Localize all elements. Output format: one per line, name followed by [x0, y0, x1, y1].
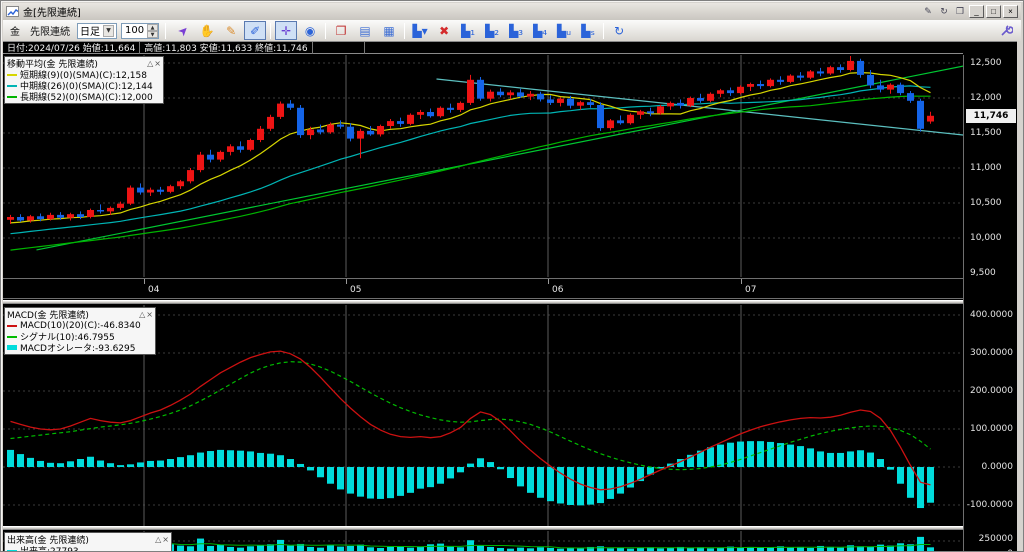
sma-mid-swatch [7, 84, 17, 87]
legend-close-icon[interactable]: × [146, 310, 153, 319]
close-button[interactable]: × [1003, 5, 1018, 18]
contract-label: 先限連続 [30, 27, 70, 38]
indicator-dropdown-icon[interactable]: ▙▾ [409, 21, 431, 40]
macd-histogram-group [7, 441, 934, 509]
axis-tick-label: 100.0000 [970, 424, 1013, 434]
quote-table-icon[interactable]: ▤ [354, 21, 376, 40]
macd-line-swatch [7, 324, 17, 327]
last-price-tag: 11,746 [966, 109, 1016, 123]
line-draw-tool-icon[interactable]: ✐ [244, 21, 267, 40]
new-chart-window-icon[interactable]: ❐ [330, 21, 352, 40]
minimize-button[interactable]: _ [969, 5, 984, 18]
toolbar: 金 先限連続 日足 ▼ 100 ▲ ▼ ➤ ✋ ✎ ✐ ✛ ◉ ❐ ▤ ▦ ▙▾ ✖ ▙₁ ▙₂ ▙₃ ▙₄… [3, 20, 1021, 41]
pane-splitter-1[interactable] [3, 300, 1017, 304]
axis-tick-label: 0.0000 [981, 462, 1014, 472]
price-axis-column[interactable]: 11,746 12,500 12,000 11,500 11,000 10,500 10,… [963, 55, 1017, 551]
axis-tick-label: 10,000 [970, 233, 1002, 243]
reload-icon[interactable]: ↻ [608, 21, 630, 40]
indicator-preset-2-icon[interactable]: ▙₂ [481, 21, 503, 40]
axis-tick-label: 12,000 [970, 93, 1002, 103]
month-tick [548, 279, 549, 284]
axis-tick-label: 9,500 [970, 268, 996, 278]
indicator-preset-u-icon[interactable]: ▙ᵤ [553, 21, 575, 40]
axis-tick-label: -100.0000 [966, 500, 1013, 510]
title-bar[interactable]: 金[先限連続] ✎ ↻ ❐ _ □ × [3, 3, 1021, 20]
settings-wrench-icon[interactable] [995, 21, 1017, 40]
pencil-draw-icon[interactable]: ✎ [220, 21, 242, 40]
volume-label: 出来高:27793 [20, 547, 79, 552]
volume-swatch [7, 549, 17, 551]
macd-osc-label: MACDオシレータ:-93.6295 [20, 344, 136, 354]
axis-tick-label: 12,500 [970, 58, 1002, 68]
toolbar-separator [270, 22, 272, 39]
month-label: 05 [350, 285, 362, 295]
time-axis: 04 05 06 07 [3, 278, 963, 299]
legend-collapse-icon[interactable]: △ [155, 535, 161, 544]
info-date-open: 日付:2024/07/26 始値:11,664 [3, 41, 141, 54]
zoom-circle-icon[interactable]: ◉ [299, 21, 321, 40]
indicator-preset-3-icon[interactable]: ▙₃ [505, 21, 527, 40]
cascade-windows-icon[interactable]: ❐ [953, 6, 967, 18]
macd-line-label: MACD(10)(20)(C):-46.8340 [20, 320, 141, 331]
sma-long-label: 長期線(52)(0)(SMA)(C):12,000 [20, 93, 153, 103]
axis-tick-label: 250000 [978, 534, 1013, 544]
axis-tick-label: 200.0000 [970, 386, 1013, 396]
app-window: 金[先限連続] ✎ ↻ ❐ _ □ × 金 先限連続 日足 ▼ 100 ▲ ▼ … [0, 0, 1024, 552]
toolbar-separator [603, 22, 605, 39]
axis-tick-label: 300.0000 [970, 348, 1013, 358]
legend-close-icon[interactable]: × [154, 59, 161, 68]
chart-app-icon [6, 6, 19, 17]
month-tick [741, 279, 742, 284]
legend-close-icon[interactable]: × [162, 535, 169, 544]
pan-hand-icon[interactable]: ✋ [196, 21, 218, 40]
info-empty-cell [313, 41, 365, 54]
macd-osc-swatch [7, 345, 17, 350]
symbol-label: 金 [10, 27, 20, 38]
remove-indicator-icon[interactable]: ✖ [433, 21, 455, 40]
month-label: 07 [745, 285, 757, 295]
indicator-preset-s-icon[interactable]: ▙ₛ [577, 21, 599, 40]
bar-count-stepper[interactable]: 100 ▲ ▼ [121, 22, 160, 39]
chart-client-area: 日付:2024/07/26 始値:11,664 高値:11,803 安値:11,… [3, 41, 1017, 551]
month-label: 04 [148, 285, 160, 295]
stepper-down-icon[interactable]: ▼ [147, 30, 159, 38]
sma-short-swatch [7, 73, 17, 76]
reload-window-icon[interactable]: ↻ [937, 6, 951, 18]
toolbar-separator [325, 22, 327, 39]
window-title: 金[先限連続] [23, 8, 81, 19]
macd-legend-box[interactable]: MACD(金 先限連続) △ × MACD(10)(20)(C):-46.834… [4, 307, 156, 355]
legend-collapse-icon[interactable]: △ [147, 59, 153, 68]
month-tick [346, 279, 347, 284]
maximize-button[interactable]: □ [986, 5, 1001, 18]
toolbar-separator [165, 22, 167, 39]
volume-legend-box[interactable]: 出来高(金 先限連続) △ × 出来高:27793 出来高移動平均(9)(SMA… [4, 532, 172, 552]
ma-legend-box[interactable]: 移動平均(金 先限連続) △ × 短期線(9)(0)(SMA)(C):12,15… [4, 56, 164, 104]
period-select[interactable]: 日足 ▼ [77, 22, 117, 39]
month-tick [144, 279, 145, 284]
bar-count-value: 100 [125, 25, 145, 36]
axis-tick-label: 10,500 [970, 198, 1002, 208]
grid-layout-icon[interactable]: ▦ [378, 21, 400, 40]
macd-signal-swatch [7, 335, 17, 338]
chevron-down-icon[interactable]: ▼ [103, 24, 114, 37]
pen-annotate-icon[interactable]: ✎ [921, 6, 935, 18]
ohlc-info-bar: 日付:2024/07/26 始値:11,664 高値:11,803 安値:11,… [3, 41, 963, 54]
indicator-preset-4-icon[interactable]: ▙₄ [529, 21, 551, 40]
axis-tick-label: 11,500 [970, 128, 1002, 138]
toolbar-separator [404, 22, 406, 39]
panes: 04 05 06 07 11,746 12,500 12,000 11,500 11,000… [3, 55, 1017, 552]
axis-tick-label: 11,000 [970, 163, 1002, 173]
period-value: 日足 [80, 27, 100, 38]
info-high-low-close: 高値:11,803 安値:11,633 終値:11,746 [140, 41, 313, 54]
sma-long-swatch [7, 95, 17, 98]
stepper-up-icon[interactable]: ▲ [147, 23, 159, 31]
month-label: 06 [552, 285, 564, 295]
macd-legend-title: MACD(金 先限連続) [7, 311, 89, 321]
crosshair-cursor-icon[interactable]: ✛ [275, 21, 298, 40]
pane-splitter-2[interactable] [3, 526, 1017, 530]
indicator-preset-1-icon[interactable]: ▙₁ [457, 21, 479, 40]
legend-collapse-icon[interactable]: △ [139, 310, 145, 319]
axis-tick-label: 400.0000 [970, 310, 1013, 320]
